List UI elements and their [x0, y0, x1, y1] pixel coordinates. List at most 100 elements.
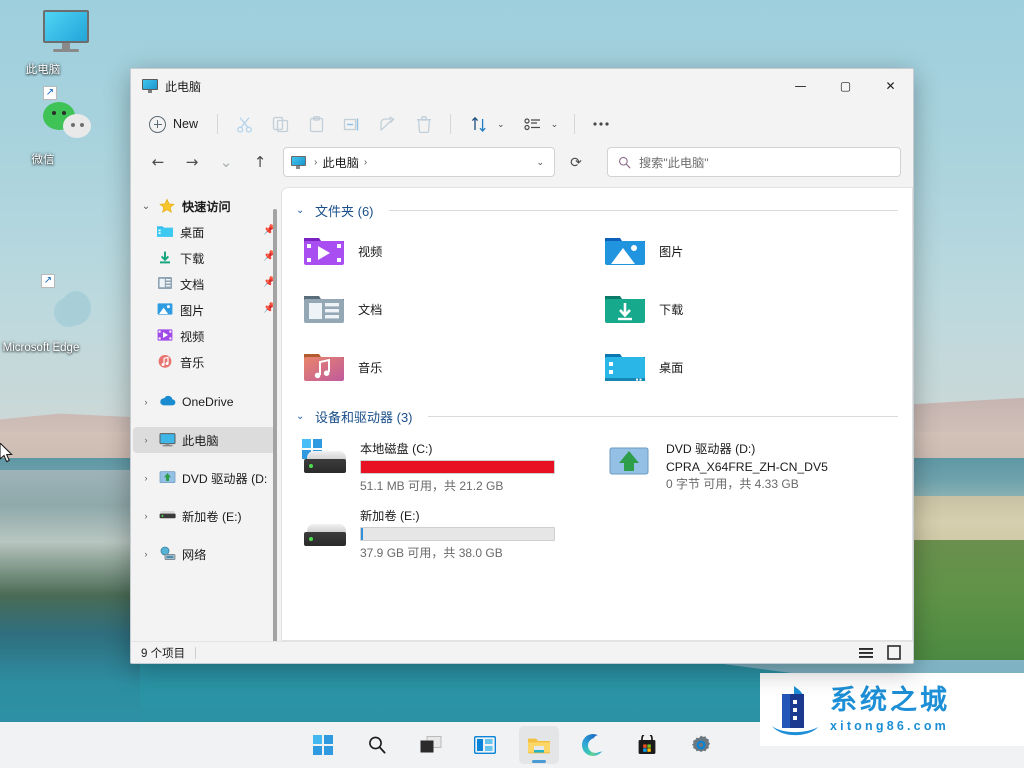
edge-icon: ↗ [0, 274, 91, 338]
breadcrumb-item-this-pc[interactable]: 此电脑 [322, 153, 359, 171]
microsoft-store-button[interactable] [627, 726, 667, 764]
minimize-button[interactable]: — [778, 69, 823, 103]
view-button[interactable]: ⌄ [514, 109, 566, 139]
drive-info: 本地磁盘 (C:) 51.1 MB 可用，共 21.2 GB [360, 437, 586, 494]
widgets-button[interactable] [465, 726, 505, 764]
folder-item-videos[interactable]: 视频 [296, 228, 597, 274]
details-view-button[interactable] [857, 645, 875, 661]
sort-button[interactable]: ⌄ [460, 109, 512, 139]
chevron-right-icon[interactable]: › [139, 435, 153, 445]
sort-icon [462, 109, 496, 139]
large-icons-view-button[interactable] [885, 645, 903, 661]
file-explorer-window[interactable]: 此电脑 — ▢ ✕ New ⌄ ⌄ ← → ⌄ ↑ › 此电脑 › ⌄ ⟳ 搜索… [130, 68, 914, 664]
folder-item-music[interactable]: 音乐 [296, 344, 597, 390]
onedrive-icon [159, 394, 176, 410]
breadcrumb[interactable]: › 此电脑 › ⌄ [283, 147, 555, 177]
sidebar-item-new-volume[interactable]: › 新加卷 (E:) [133, 503, 275, 529]
chevron-right-icon[interactable]: › [139, 549, 153, 559]
watermark-icon [770, 682, 822, 738]
drive-item-new-volume-e[interactable]: 新加卷 (E:) 37.9 GB 可用，共 38.0 GB [296, 501, 592, 564]
sidebar-item-desktop[interactable]: 桌面 📌 [133, 219, 275, 245]
chevron-right-icon[interactable]: › [139, 397, 153, 407]
desktop-icon-this-pc[interactable]: 此电脑 [4, 10, 89, 77]
breadcrumb-dropdown-icon[interactable]: ⌄ [528, 157, 552, 168]
file-list-view[interactable]: ⌄ 文件夹 (6) 视频 图片 文档 下载 音乐 桌面 ⌄ 设备和驱动器 (3)… [281, 187, 913, 641]
sidebar-item-this-pc[interactable]: › 此电脑 [133, 427, 275, 453]
search-button[interactable] [357, 726, 397, 764]
address-bar[interactable]: ← → ⌄ ↑ › 此电脑 › ⌄ ⟳ 搜索"此电脑" [131, 145, 913, 187]
sidebar-item-downloads[interactable]: 下载 📌 [133, 245, 275, 271]
chevron-down-icon[interactable]: ⌄ [296, 411, 308, 422]
back-button[interactable]: ← [143, 147, 173, 177]
desktop-icon-wechat[interactable]: ↗ 微信 [4, 86, 91, 167]
this-pc-icon [159, 432, 176, 448]
sidebar-item-pictures[interactable]: 图片 📌 [133, 297, 275, 323]
downloads-folder-icon [157, 250, 174, 266]
file-explorer-button[interactable] [519, 726, 559, 764]
folder-item-label: 音乐 [358, 361, 383, 375]
sidebar-item-music[interactable]: 音乐 [133, 349, 275, 375]
command-bar[interactable]: New ⌄ ⌄ [131, 103, 913, 145]
task-view-button[interactable] [411, 726, 451, 764]
sidebar-item-label: 音乐 [180, 356, 205, 370]
sidebar-item-videos[interactable]: 视频 [133, 323, 275, 349]
up-button[interactable]: ↑ [245, 147, 275, 177]
copy-button[interactable] [263, 109, 297, 139]
see-more-button[interactable] [584, 109, 618, 139]
sidebar-item-label: 桌面 [180, 226, 205, 240]
cut-button[interactable] [227, 109, 261, 139]
settings-button[interactable] [681, 726, 721, 764]
nav-group-quick-access[interactable]: ⌄ 快速访问 [133, 193, 275, 219]
drive-item-dvd-d[interactable]: DVD 驱动器 (D:) CPRA_X64FRE_ZH-CN_DV5 0 字节 … [602, 434, 898, 497]
group-header-folders[interactable]: ⌄ 文件夹 (6) [296, 198, 898, 228]
sidebar-item-onedrive[interactable]: › OneDrive [133, 389, 275, 415]
folder-item-documents[interactable]: 文档 [296, 286, 597, 332]
navigation-pane[interactable]: ⌄ 快速访问 桌面 📌 下载 📌 文档 📌 图片 📌 视频 音乐 › OneDr… [131, 187, 281, 641]
sidebar-item-label: OneDrive [182, 395, 234, 409]
widgets-icon [474, 736, 496, 754]
hdd-icon [302, 508, 348, 548]
navigation-scrollbar-thumb[interactable] [273, 209, 277, 641]
sidebar-item-dvd-drive[interactable]: › DVD 驱动器 (D:) [133, 465, 275, 491]
documents-folder-icon [302, 290, 346, 328]
taskbar-items [303, 726, 721, 764]
folder-item-desktop[interactable]: 桌面 [597, 344, 898, 390]
group-divider [427, 416, 898, 417]
start-button[interactable] [303, 726, 343, 764]
recent-locations-button[interactable]: ⌄ [211, 147, 241, 177]
drive-name: 本地磁盘 (C:) [360, 442, 433, 456]
share-button[interactable] [371, 109, 405, 139]
desktop-icon-edge[interactable]: ↗ Microsoft Edge [0, 274, 91, 355]
watermark-text: 系统之城 xitong86.com [830, 687, 950, 733]
search-input[interactable]: 搜索"此电脑" [607, 147, 901, 177]
folder-item-pictures[interactable]: 图片 [597, 228, 898, 274]
sidebar-item-network[interactable]: › 网络 [133, 541, 275, 567]
paste-button[interactable] [299, 109, 333, 139]
chevron-down-icon[interactable]: ⌄ [296, 205, 308, 216]
chevron-right-icon[interactable]: › [139, 511, 153, 521]
edge-button[interactable] [573, 726, 613, 764]
close-button[interactable]: ✕ [868, 69, 913, 103]
window-titlebar[interactable]: 此电脑 — ▢ ✕ [131, 69, 913, 103]
new-button[interactable]: New [143, 109, 208, 139]
music-folder-icon [157, 354, 174, 370]
chevron-down-icon[interactable]: ⌄ [139, 201, 153, 212]
cut-icon [236, 116, 252, 133]
refresh-button[interactable]: ⟳ [561, 147, 591, 177]
group-header-devices[interactable]: ⌄ 设备和驱动器 (3) [296, 404, 898, 434]
rename-button[interactable] [335, 109, 369, 139]
forward-button[interactable]: → [177, 147, 207, 177]
folder-item-downloads[interactable]: 下载 [597, 286, 898, 332]
drive-item-local-disk-c[interactable]: 本地磁盘 (C:) 51.1 MB 可用，共 21.2 GB [296, 434, 592, 497]
chevron-right-icon[interactable]: › [139, 473, 153, 483]
sidebar-item-documents[interactable]: 文档 📌 [133, 271, 275, 297]
drive-info: 新加卷 (E:) 37.9 GB 可用，共 38.0 GB [360, 504, 586, 561]
breadcrumb-separator: › [314, 156, 318, 168]
folder-item-label: 视频 [358, 245, 383, 259]
view-icon [516, 109, 550, 139]
desktop-folder-icon [157, 224, 174, 240]
delete-button[interactable] [407, 109, 441, 139]
drive-free-space: 37.9 GB 可用，共 38.0 GB [360, 546, 503, 560]
drive-free-space: 0 字节 可用，共 4.33 GB [666, 477, 799, 491]
maximize-button[interactable]: ▢ [823, 69, 868, 103]
